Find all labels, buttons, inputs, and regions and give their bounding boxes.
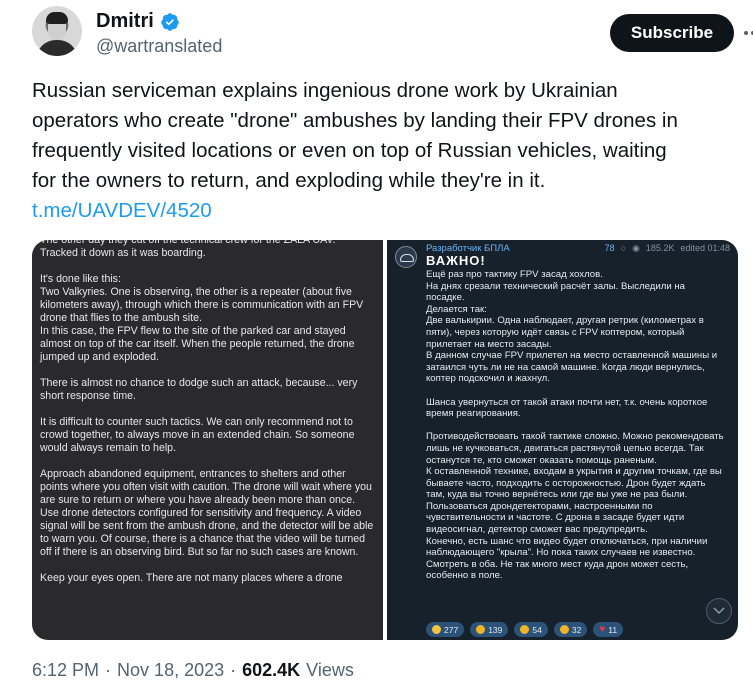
tweet-text-line: operators who create "drone" ambushes by… xyxy=(32,109,678,132)
post-paragraph: Шанса увернуться от такой атаки почти не… xyxy=(426,396,708,420)
screenshot-paragraph: Approach abandoned equipment, entrances … xyxy=(40,468,374,558)
grimace-face-icon xyxy=(559,625,569,634)
reaction-thinking: 139 xyxy=(470,622,509,637)
reaction-count: 32 xyxy=(571,624,582,635)
media-image-english-text[interactable]: The other day they cut off the technical… xyxy=(32,240,383,640)
avatar[interactable] xyxy=(32,6,82,56)
screenshot-paragraph: The other day they cut off the technical… xyxy=(40,240,336,259)
post-views: 185.2K xyxy=(645,243,675,253)
tweet-footer: 6:12 PM · Nov 18, 2023 · 602.4K Views xyxy=(32,660,354,681)
tweet-text-line: Russian serviceman explains ingenious dr… xyxy=(32,79,618,102)
thinking-face-icon xyxy=(476,625,486,634)
post-title: ВАЖНО! xyxy=(426,253,486,268)
reaction-count: 139 xyxy=(488,624,503,635)
separator: · xyxy=(230,660,237,680)
screenshot-paragraph: It is difficult to counter such tactics.… xyxy=(40,416,355,454)
channel-avatar xyxy=(395,246,417,268)
verified-badge-icon xyxy=(161,12,179,31)
reaction-count: 54 xyxy=(532,624,542,635)
author-name[interactable]: Dmitri xyxy=(96,10,154,33)
post-meta: 78 ○ ◉ 185.2K edited 01:48 xyxy=(605,243,730,254)
heart-icon: ♥ xyxy=(599,624,606,635)
reaction-count: 277 xyxy=(444,624,459,635)
more-horizontal-icon[interactable] xyxy=(742,20,753,46)
post-body: Ещё раз про тактику FPV засад хохлов. На… xyxy=(426,269,726,594)
tweet-text-line: for the owners to return, and exploding … xyxy=(32,169,546,192)
reaction-thumbs-up: 277 xyxy=(426,622,465,637)
author-handle[interactable]: @wartranslated xyxy=(96,36,222,57)
post-paragraph: Противодействовать такой тактике сложно.… xyxy=(426,431,724,582)
tweet-time[interactable]: 6:12 PM xyxy=(32,660,99,681)
reaction-thinking: 54 xyxy=(514,622,548,637)
reaction-grimace: 32 xyxy=(553,622,588,637)
views-icon: ◉ xyxy=(632,243,640,253)
scroll-down-icon xyxy=(706,598,732,624)
thumbs-up-icon xyxy=(432,625,441,634)
subscribe-button[interactable]: Subscribe xyxy=(610,14,734,52)
separator: · xyxy=(105,660,112,680)
post-paragraph: Ещё раз про тактику FPV засад хохлов. На… xyxy=(426,269,718,385)
reaction-count: 11 xyxy=(608,624,618,635)
tweet-text: Russian serviceman explains ingenious dr… xyxy=(32,76,732,226)
tweet-header: Dmitri @wartranslated Subscribe xyxy=(32,6,753,58)
post-edited: edited 01:48 xyxy=(680,243,730,253)
screenshot-paragraph: Keep your eyes open. There are not many … xyxy=(40,572,343,584)
media-image-telegram-post[interactable]: Разработчик БПЛА 78 ○ ◉ 185.2K edited 01… xyxy=(387,240,738,640)
comment-icon: ○ xyxy=(620,243,627,253)
media-grid[interactable]: The other day they cut off the technical… xyxy=(32,240,738,640)
views-count: 602.4K xyxy=(242,660,301,680)
reaction-heart: ♥ 11 xyxy=(593,622,624,637)
screenshot-paragraph: There is almost no chance to dodge such … xyxy=(40,377,358,402)
thinking-face-icon xyxy=(520,625,530,634)
tweet-text-line: frequently visited locations or even on … xyxy=(32,139,667,162)
views-label: Views xyxy=(306,660,354,680)
comments-count: 78 xyxy=(604,243,615,253)
telegram-link[interactable]: t.me/UAVDEV/4520 xyxy=(32,196,732,226)
screenshot-paragraph: It's done like this: Two Valkyries. One … xyxy=(40,273,364,363)
tweet-date[interactable]: Nov 18, 2023 xyxy=(117,660,224,681)
reactions-bar: 277 139 54 32 ♥ 11 xyxy=(426,622,624,637)
author-name-row[interactable]: Dmitri xyxy=(96,10,180,33)
